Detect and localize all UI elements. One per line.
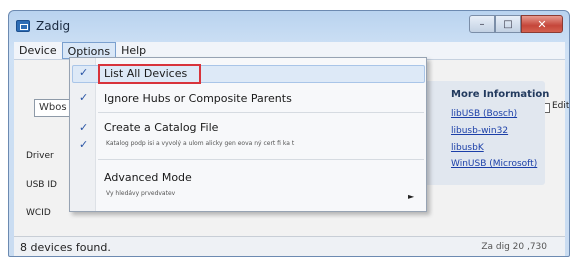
caption-buttons: – □ ✕ — [469, 15, 563, 33]
check-icon: ✓ — [79, 91, 89, 104]
status-bar: 8 devices found. Za dig 20 ,730 — [14, 236, 565, 256]
device-select-value: Wbos — [39, 102, 67, 113]
check-icon: ✓ — [79, 121, 89, 134]
submenu-arrow-icon: ► — [408, 192, 415, 201]
menu-item-create-catalog[interactable]: Create a Catalog File — [104, 121, 218, 134]
menu-separator — [98, 159, 424, 160]
zadig-app-icon — [16, 20, 30, 32]
version-text: Za dig 20 ,730 — [481, 242, 547, 252]
edit-label: Edit — [552, 101, 570, 111]
menu-item-ignore-hubs[interactable]: Ignore Hubs or Composite Parents — [104, 92, 292, 105]
info-title: More Information — [451, 89, 550, 100]
menu-item-advanced-mode-desc: Vy hledávy prvedvatev — [106, 190, 176, 197]
menu-item-list-all-devices[interactable]: List All Devices — [104, 67, 187, 80]
link-winusb[interactable]: WinUSB (Microsoft) — [451, 159, 537, 169]
driver-label: Driver — [26, 151, 54, 161]
status-text: 8 devices found. — [20, 241, 111, 254]
menu-item-create-catalog-desc: Katalog podp isi a vyvolý a ulom alicky … — [106, 140, 295, 147]
link-libusb-win32[interactable]: libusb-win32 — [451, 126, 508, 136]
usb-id-label: USB ID — [26, 180, 57, 190]
menu-separator — [98, 112, 424, 113]
minimize-button[interactable]: – — [469, 15, 495, 33]
check-icon: ✓ — [79, 66, 89, 79]
check-icon: ✓ — [79, 138, 89, 151]
options-dropdown-menu: ✓ List All Devices ✓ Ignore Hubs or Comp… — [69, 57, 427, 212]
close-button[interactable]: ✕ — [521, 15, 563, 33]
menu-item-advanced-mode[interactable]: Advanced Mode — [104, 171, 192, 184]
maximize-button[interactable]: □ — [495, 15, 521, 33]
menu-device[interactable]: Device — [14, 42, 62, 59]
window-title: Zadig — [36, 19, 71, 33]
title-bar: Zadig – □ ✕ — [9, 11, 569, 41]
link-libusbk[interactable]: libusbK — [451, 143, 484, 153]
link-libusb-bosch[interactable]: libUSB (Bosch) — [451, 109, 517, 119]
wcid-label: WCID — [26, 208, 51, 218]
